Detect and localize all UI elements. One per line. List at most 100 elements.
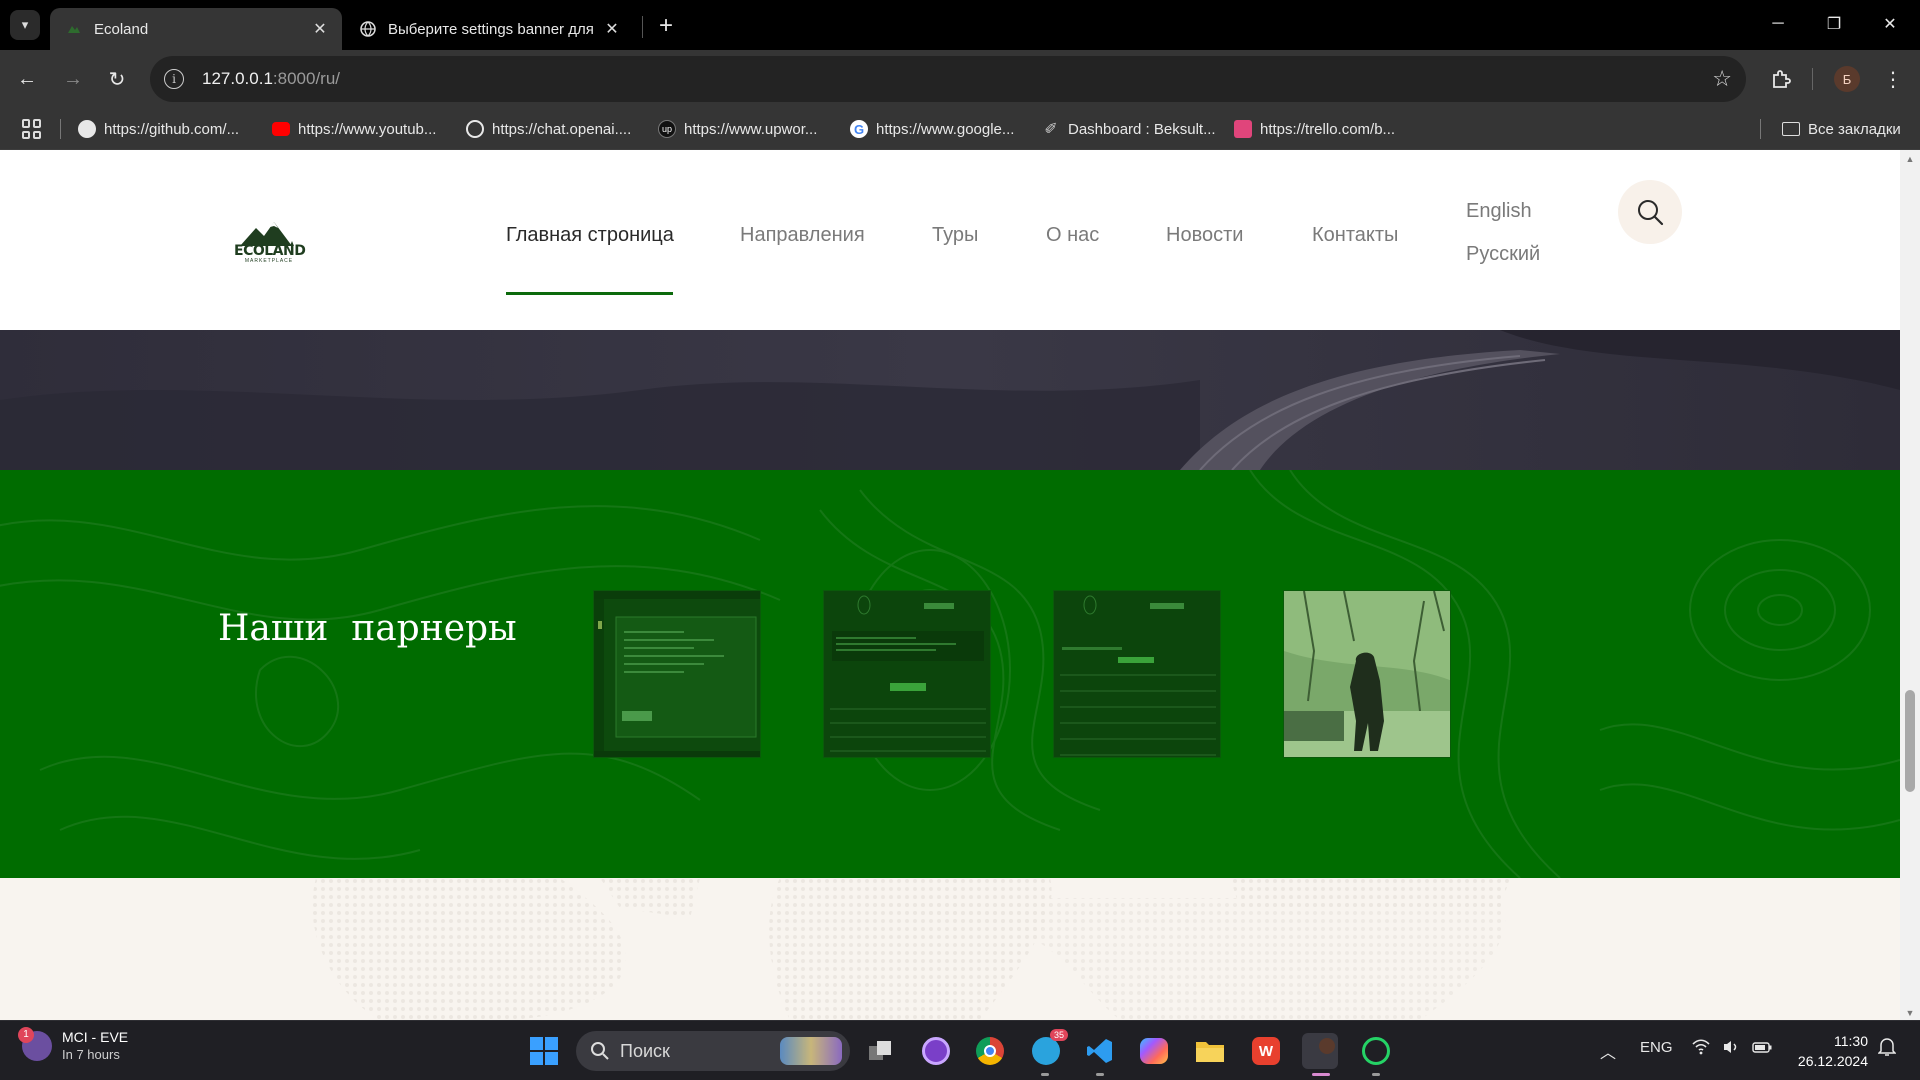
restore-button[interactable]: ❐ <box>1814 8 1854 40</box>
avatar: Б <box>1834 66 1860 92</box>
taskbar-app-whatsapp[interactable] <box>1358 1033 1394 1069</box>
nav-about[interactable]: О нас <box>1046 224 1099 254</box>
browser-tab-bar: ▾ Ecoland ✕ Выберите settings banner для… <box>0 0 1920 50</box>
all-bookmarks-button[interactable]: Все закладки <box>1782 118 1901 140</box>
world-map-section <box>0 878 1900 1020</box>
logo-text: ECOLAND <box>234 243 306 259</box>
puzzle-icon <box>1773 70 1791 88</box>
scroll-down-icon[interactable]: ▼ <box>1900 1008 1920 1018</box>
task-view-button[interactable] <box>862 1033 898 1069</box>
site-search-button[interactable] <box>1618 180 1682 244</box>
telegram-icon <box>1032 1037 1060 1065</box>
back-button[interactable]: ← <box>10 62 44 96</box>
nav-tours[interactable]: Туры <box>932 224 978 254</box>
all-bookmarks-label: Все закладки <box>1808 120 1901 138</box>
taskbar-app-copilot[interactable] <box>1136 1033 1172 1069</box>
plus-icon: + <box>658 12 673 39</box>
taskbar-app-explorer[interactable] <box>1192 1033 1228 1069</box>
partner-logo-3[interactable] <box>1053 590 1221 758</box>
close-window-button[interactable]: ✕ <box>1870 8 1910 40</box>
nav-home[interactable]: Главная строница <box>506 224 674 254</box>
tab-settings-banner[interactable]: Выберите settings banner для ✕ <box>344 8 634 50</box>
bookmark-label: https://www.youtub... <box>298 120 437 138</box>
avatar <box>1319 1038 1335 1054</box>
reload-icon: ↻ <box>108 68 126 91</box>
close-tab-icon[interactable]: ✕ <box>598 15 626 43</box>
bookmark-label: https://www.google... <box>876 120 1015 138</box>
site-header: ECOLAND MARKETPLACE Главная строница Нап… <box>0 150 1900 330</box>
address-bar[interactable]: i 127.0.0.1:8000/ru/ ☆ <box>150 56 1746 102</box>
nav-news[interactable]: Новости <box>1166 224 1243 254</box>
scrollbar-thumb[interactable] <box>1905 690 1915 792</box>
close-tab-icon[interactable]: ✕ <box>306 15 334 43</box>
running-indicator <box>1372 1073 1380 1076</box>
tab-ecoland[interactable]: Ecoland ✕ <box>50 8 342 50</box>
show-hidden-icons-button[interactable]: ︿ <box>1600 1039 1616 1063</box>
browser-toolbar: ← → ↻ i 127.0.0.1:8000/ru/ ☆ Б ⋮ <box>0 50 1920 108</box>
bookmark-trello[interactable]: https://trello.com/b... <box>1234 118 1395 140</box>
site-info-icon[interactable]: i <box>164 69 184 89</box>
tab-search-button[interactable]: ▾ <box>10 10 40 40</box>
upwork-icon: up <box>658 120 676 138</box>
nav-contacts[interactable]: Контакты <box>1312 224 1398 254</box>
language-english[interactable]: English <box>1466 200 1532 223</box>
page-scrollbar[interactable]: ▲ ▼ <box>1900 150 1920 1020</box>
taskbar-app-chrome-profile[interactable] <box>1302 1033 1338 1069</box>
taskbar-app-chrome[interactable] <box>972 1033 1008 1069</box>
bookmark-upwork[interactable]: up https://www.upwor... <box>658 118 817 140</box>
reload-button[interactable]: ↻ <box>100 62 134 96</box>
browser-menu-button[interactable]: ⋮ <box>1876 62 1910 96</box>
bell-icon <box>1877 1038 1897 1056</box>
minimize-button[interactable]: ─ <box>1758 8 1798 40</box>
taskbar-clock[interactable]: 11:30 26.12.2024 <box>1790 1031 1868 1071</box>
weather-widget[interactable]: 1 MCI - EVE In 7 hours <box>18 1026 128 1062</box>
bookmark-dashboard[interactable]: ✐ Dashboard : Beksult... <box>1042 118 1215 140</box>
partner-photo-winter <box>1284 591 1450 757</box>
bookmark-separator <box>1760 119 1761 139</box>
taskbar-app-wps[interactable]: W <box>1248 1033 1284 1069</box>
bookmark-openai[interactable]: https://chat.openai.... <box>466 118 631 140</box>
bookmark-google[interactable]: G https://www.google... <box>850 118 1014 140</box>
taskbar-app-vscode[interactable] <box>1082 1033 1118 1069</box>
clock-time: 11:30 <box>1834 1033 1868 1049</box>
running-indicator <box>1096 1073 1104 1076</box>
partner-logo-4[interactable] <box>1283 590 1451 758</box>
bookmark-github[interactable]: https://github.com/... <box>78 118 239 140</box>
arrow-left-icon: ← <box>17 67 37 90</box>
hero-image-strip <box>0 330 1900 470</box>
partner-logo-2[interactable] <box>823 590 991 758</box>
github-icon <box>78 120 96 138</box>
new-tab-button[interactable]: + <box>650 10 682 42</box>
bookmarks-bar: https://github.com/... https://www.youtu… <box>0 108 1920 150</box>
youtube-icon <box>272 122 290 136</box>
profile-button[interactable]: Б <box>1830 62 1864 96</box>
chevron-down-icon: ▾ <box>21 17 29 32</box>
taskbar-search[interactable]: Поиск <box>576 1031 850 1071</box>
battery-icon <box>1752 1042 1772 1053</box>
clock-date: 26.12.2024 <box>1797 1053 1868 1069</box>
partner-logo-1[interactable] <box>593 590 761 758</box>
partners-section: Наши парнеры <box>0 470 1900 878</box>
globe-icon <box>360 21 376 37</box>
taskbar-app-telegram[interactable]: 35 <box>1028 1029 1068 1069</box>
bookmark-star-icon[interactable]: ☆ <box>1712 66 1732 92</box>
scroll-up-icon[interactable]: ▲ <box>1900 154 1920 164</box>
system-tray[interactable] <box>1692 1039 1772 1055</box>
close-icon: ✕ <box>1883 16 1897 33</box>
apps-grid-icon[interactable] <box>22 119 42 139</box>
active-app-indicator <box>1312 1073 1330 1076</box>
nav-directions[interactable]: Направления <box>740 224 865 254</box>
bookmark-youtube[interactable]: https://www.youtub... <box>272 118 436 140</box>
site-logo[interactable]: ECOLAND MARKETPLACE <box>234 218 306 266</box>
extensions-button[interactable] <box>1764 62 1798 96</box>
whatsapp-icon <box>1362 1037 1390 1065</box>
language-russian[interactable]: Русский <box>1466 243 1540 266</box>
start-button[interactable] <box>526 1033 562 1069</box>
input-language[interactable]: ENG <box>1640 1039 1673 1056</box>
forward-button[interactable]: → <box>56 62 90 96</box>
taskbar-app-tor[interactable] <box>918 1033 954 1069</box>
bookmark-label: https://chat.openai.... <box>492 120 632 138</box>
running-indicator <box>1041 1073 1049 1076</box>
notifications-button[interactable] <box>1877 1037 1897 1061</box>
bookmark-label: https://trello.com/b... <box>1260 120 1396 138</box>
